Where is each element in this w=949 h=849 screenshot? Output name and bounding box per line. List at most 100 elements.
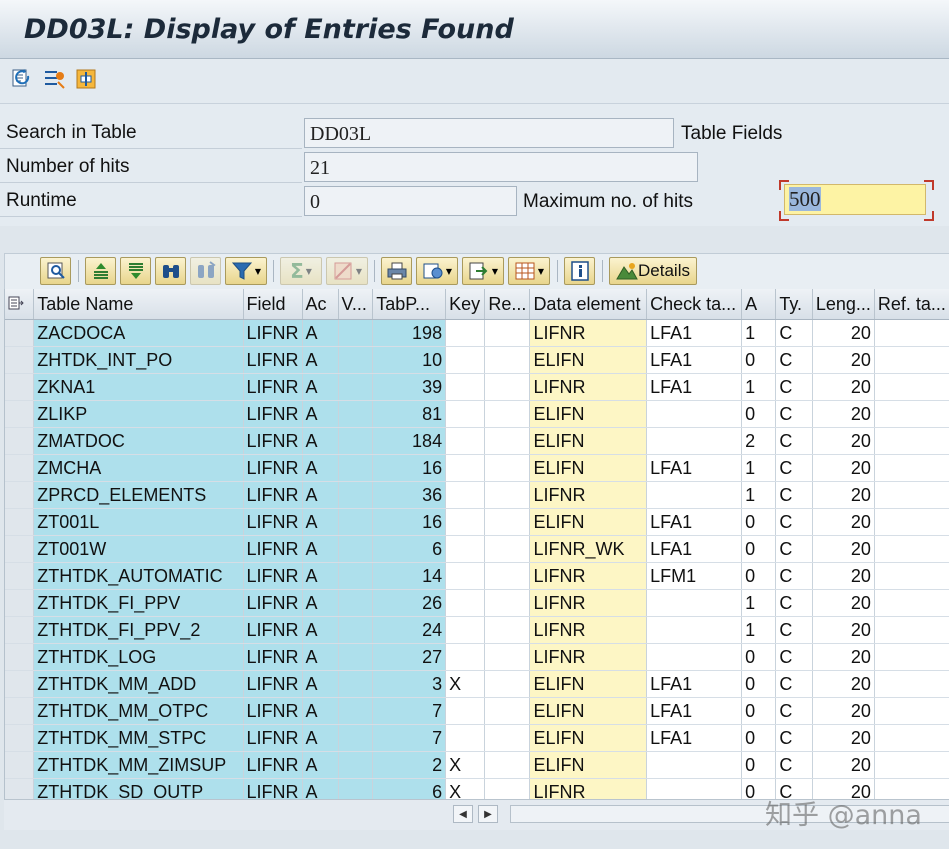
table-cell[interactable]: 20 [812,670,875,698]
table-cell[interactable]: 2 [741,427,777,455]
table-cell[interactable]: C [775,427,813,455]
table-cell[interactable]: LIFNR [243,751,303,779]
table-cell[interactable] [484,535,531,563]
table-cell[interactable] [484,508,531,536]
table-cell[interactable]: X [445,751,486,779]
table-cell[interactable]: C [775,562,813,590]
table-cell[interactable] [874,670,949,698]
table-cell[interactable] [646,589,743,617]
table-cell[interactable] [338,697,374,725]
table-cell[interactable] [338,454,374,482]
table-cell[interactable] [445,427,486,455]
table-cell[interactable]: 1 [741,373,777,401]
row-selector[interactable] [5,508,35,536]
select-all-icon[interactable] [5,289,35,320]
table-cell[interactable]: ZMCHA [33,454,244,482]
table-cell[interactable]: ZTHTDK_MM_STPC [33,724,244,752]
table-cell[interactable]: LFA1 [646,373,743,401]
table-cell[interactable]: LIFNR [243,670,303,698]
table-cell[interactable]: LIFNR [529,589,648,617]
table-cell[interactable]: LIFNR [243,427,303,455]
table-cell[interactable]: ZT001L [33,508,244,536]
table-cell[interactable]: LFA1 [646,508,743,536]
table-cell[interactable]: LIFNR [243,373,303,401]
table-cell[interactable]: LFA1 [646,670,743,698]
table-cell[interactable]: ZLIKP [33,400,244,428]
table-cell[interactable] [874,508,949,536]
table-cell[interactable]: LIFNR [529,373,648,401]
table-cell[interactable]: LIFNR [243,508,303,536]
table-cell[interactable] [338,481,374,509]
table-cell[interactable]: 24 [372,616,447,644]
table-row[interactable]: ZACDOCA LIFNR A 198 LIFNR LFA1 1 C 20 [5,319,949,347]
table-cell[interactable]: LIFNR [243,454,303,482]
table-row[interactable]: ZMCHA LIFNR A 16 ELIFN LFA1 1 C 20 [5,454,949,482]
scroll-right-button[interactable]: ▶ [478,805,498,823]
table-cell[interactable]: C [775,589,813,617]
table-cell[interactable]: LFA1 [646,697,743,725]
table-cell[interactable] [874,400,949,428]
max-hits-input[interactable]: 500 [784,184,926,215]
table-row[interactable]: ZTHTDK_MM_ZIMSUP LIFNR A 2 X ELIFN 0 C 20 [5,751,949,779]
table-cell[interactable]: 0 [741,724,777,752]
row-selector[interactable] [5,778,35,799]
table-cell[interactable]: 1 [741,454,777,482]
table-cell[interactable] [338,373,374,401]
table-cell[interactable]: C [775,616,813,644]
table-cell[interactable] [484,724,531,752]
column-header[interactable]: Leng... [812,289,875,320]
table-cell[interactable] [338,427,374,455]
table-cell[interactable] [338,643,374,671]
table-cell[interactable]: 6 [372,778,447,799]
table-cell[interactable]: LIFNR [243,319,303,347]
table-cell[interactable]: 20 [812,346,875,374]
table-cell[interactable]: C [775,400,813,428]
table-row[interactable]: ZTHTDK_MM_OTPC LIFNR A 7 ELIFN LFA1 0 C 20 [5,697,949,725]
table-cell[interactable]: 10 [372,346,447,374]
table-cell[interactable]: LIFNR [529,562,648,590]
row-selector[interactable] [5,616,35,644]
table-cell[interactable]: LFM1 [646,562,743,590]
table-cell[interactable]: C [775,481,813,509]
table-cell[interactable]: C [775,319,813,347]
table-cell[interactable]: LIFNR [243,400,303,428]
column-header[interactable]: Ty. [775,289,813,320]
table-cell[interactable] [338,562,374,590]
table-cell[interactable] [338,670,374,698]
table-cell[interactable]: LIFNR [243,562,303,590]
table-cell[interactable]: 20 [812,508,875,536]
sort-ascending-button[interactable] [85,257,116,285]
table-cell[interactable]: C [775,535,813,563]
table-cell[interactable] [874,535,949,563]
table-cell[interactable]: LIFNR [529,778,648,799]
print-preview-button[interactable] [381,257,412,285]
table-cell[interactable]: 20 [812,400,875,428]
table-cell[interactable] [484,589,531,617]
table-cell[interactable]: ZTHTDK_SD_OUTP [33,778,244,799]
table-cell[interactable] [484,751,531,779]
column-header[interactable]: Data element [529,289,648,320]
table-cell[interactable]: ZKNA1 [33,373,244,401]
table-cell[interactable] [484,562,531,590]
table-cell[interactable] [338,508,374,536]
table-cell[interactable]: C [775,346,813,374]
table-cell[interactable]: X [445,670,486,698]
table-row[interactable]: ZHTDK_INT_PO LIFNR A 10 ELIFN LFA1 0 C 20 [5,346,949,374]
table-cell[interactable]: A [302,670,339,698]
row-selector[interactable] [5,535,35,563]
table-cell[interactable]: 1 [741,589,777,617]
table-cell[interactable] [874,562,949,590]
selection-options-icon[interactable] [42,67,66,91]
table-row[interactable]: ZTHTDK_MM_ADD LIFNR A 3 X ELIFN LFA1 0 C 20 [5,670,949,698]
table-cell[interactable]: C [775,454,813,482]
search-in-table-field[interactable]: DD03L [304,118,674,148]
table-cell[interactable] [338,346,374,374]
scroll-left-button[interactable]: ◀ [453,805,473,823]
table-cell[interactable] [874,319,949,347]
table-cell[interactable] [445,535,486,563]
table-cell[interactable] [874,697,949,725]
table-cell[interactable] [445,454,486,482]
table-cell[interactable]: LFA1 [646,346,743,374]
table-cell[interactable]: LIFNR [529,616,648,644]
table-cell[interactable]: LFA1 [646,724,743,752]
